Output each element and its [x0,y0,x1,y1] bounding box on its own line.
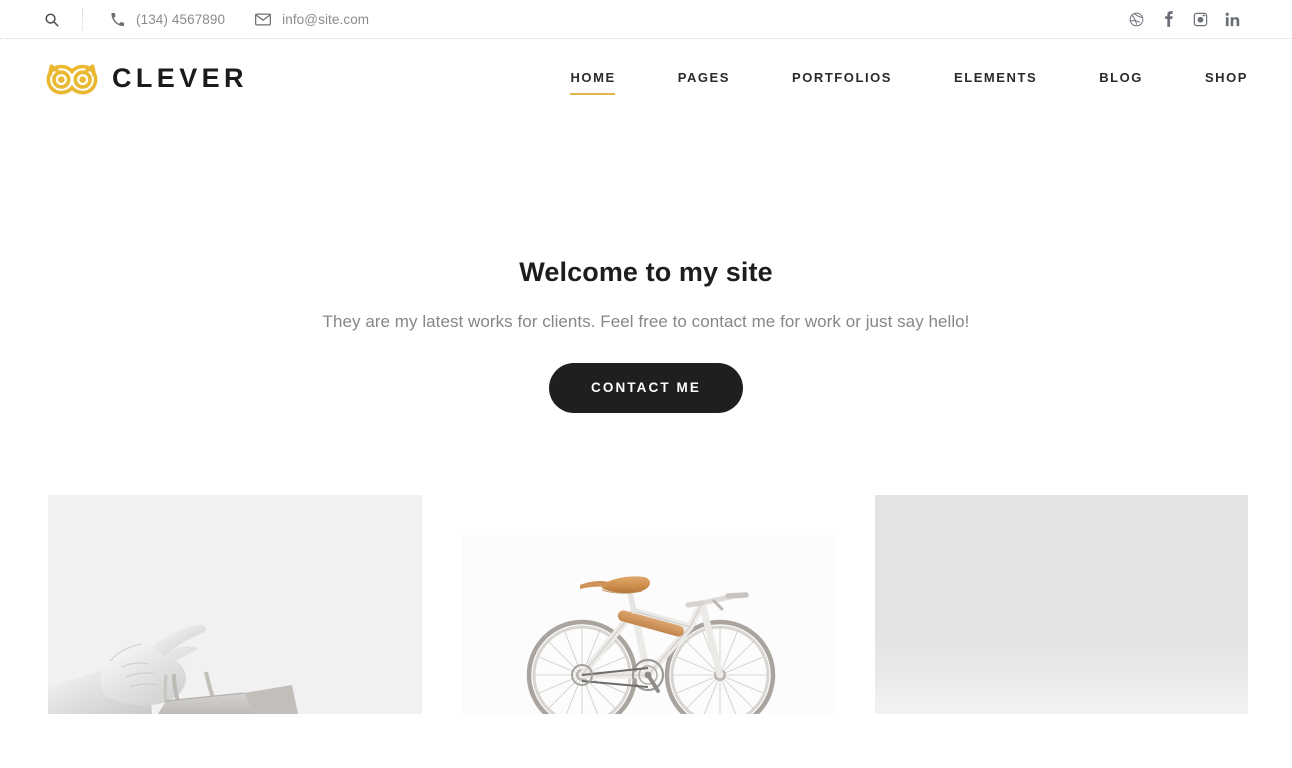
email-contact[interactable]: info@site.com [255,11,369,27]
dribbble-icon[interactable] [1120,7,1152,31]
envelope-icon [255,11,272,27]
portfolio-item-gray-backdrop[interactable] [875,495,1248,715]
gray-backdrop-image [875,495,1248,715]
nav-item-home[interactable]: HOME [570,64,615,95]
owl-logo-icon [44,57,100,99]
phone-icon [109,11,125,27]
portfolio-item-bicycle[interactable] [462,535,835,715]
instagram-icon[interactable] [1184,7,1216,31]
top-bar: (134) 4567890 info@site.com [0,0,1292,39]
phone-contact[interactable]: (134) 4567890 [109,11,225,27]
hand-shopping-bag-image [48,495,422,715]
phone-number: (134) 4567890 [136,11,226,27]
logo-text: CLEVER [112,62,248,93]
site-header: CLEVER HOME PAGES PORTFOLIOS ELEMENTS BL… [0,39,1292,117]
portfolio-item-hand-shopping-bag[interactable] [48,495,422,715]
nav-item-elements[interactable]: ELEMENTS [954,64,1037,93]
hero-cta-wrapper: CONTACT ME [0,363,1292,414]
main-navigation: HOME PAGES PORTFOLIOS ELEMENTS BLOG SHOP [570,39,1248,117]
nav-item-pages[interactable]: PAGES [678,64,730,93]
hero-subtitle: They are my latest works for clients. Fe… [322,312,970,332]
linkedin-icon[interactable] [1216,7,1248,31]
nav-item-portfolios[interactable]: PORTFOLIOS [792,64,892,93]
email-address: info@site.com [282,11,370,27]
facebook-icon[interactable] [1152,7,1184,31]
search-icon[interactable] [44,0,70,38]
hero-section: Welcome to my site They are my latest wo… [0,117,1292,414]
contact-me-button[interactable]: CONTACT ME [549,363,743,414]
portfolio-grid [0,495,1292,715]
nav-item-shop[interactable]: SHOP [1205,64,1248,93]
social-links [1120,7,1248,31]
bicycle-image [462,535,835,715]
top-bar-left: (134) 4567890 info@site.com [44,0,399,38]
top-bar-divider [82,8,83,30]
page-title: Welcome to my site [519,257,773,287]
nav-item-blog[interactable]: BLOG [1099,64,1143,93]
logo[interactable]: CLEVER [44,39,248,117]
